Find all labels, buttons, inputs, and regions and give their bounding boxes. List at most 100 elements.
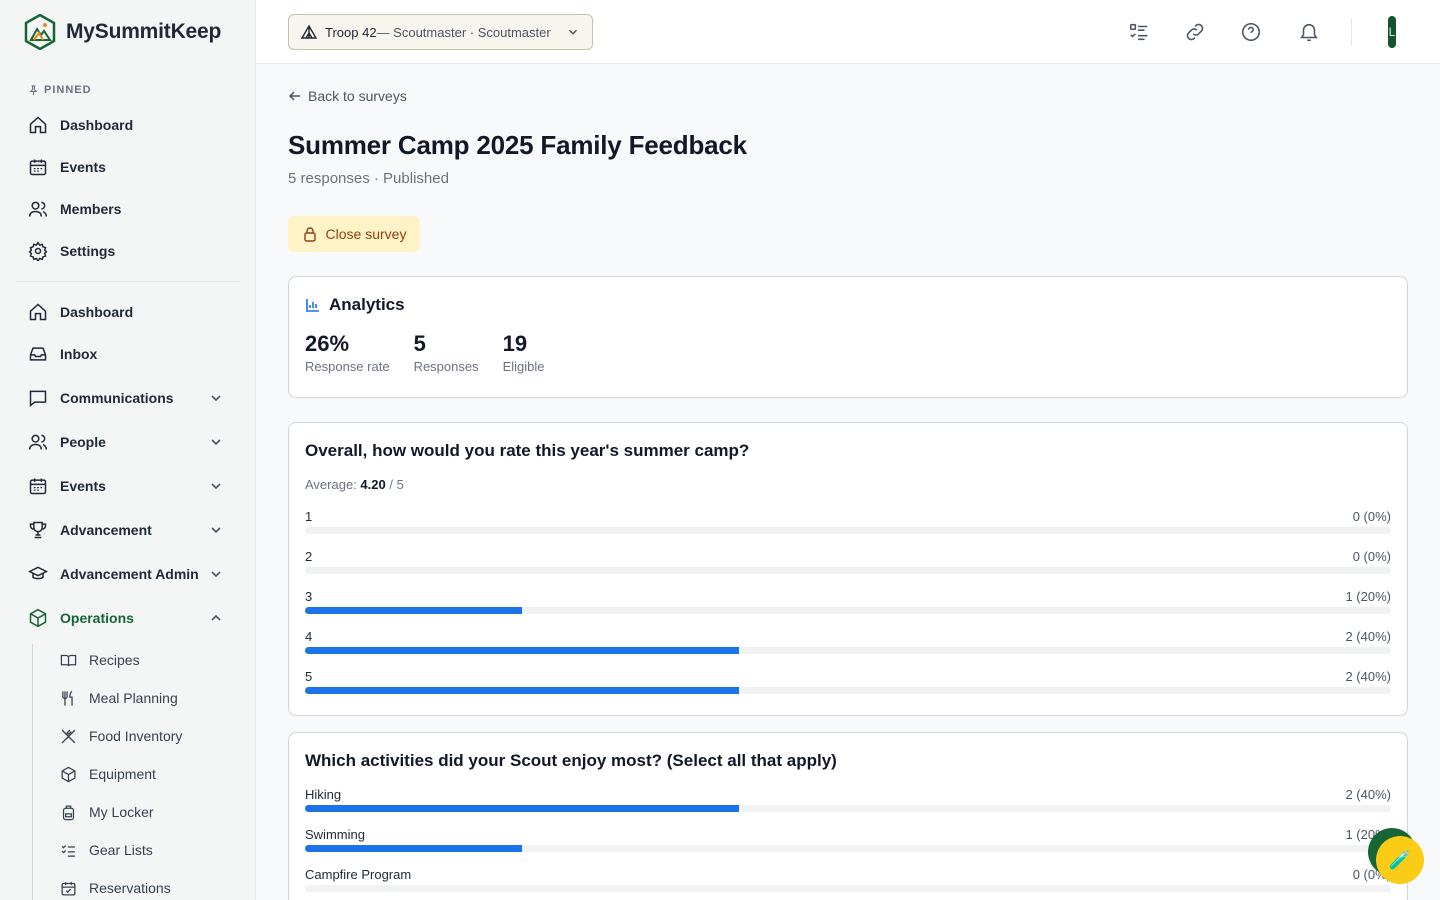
help-button[interactable]	[1239, 20, 1263, 44]
stat-response-rate: 26% Response rate	[305, 331, 390, 374]
pinned-item-members[interactable]: Members	[20, 191, 236, 227]
answer-count: 2 (40%)	[1345, 669, 1391, 684]
nav-label: Settings	[60, 243, 116, 259]
nav-label: Operations	[60, 610, 134, 626]
sidebar-subitem-my-locker[interactable]: My Locker	[56, 797, 236, 827]
nav-label: Communications	[60, 390, 174, 406]
answer-label: 1	[305, 509, 313, 524]
answer-count: 1 (20%)	[1345, 589, 1391, 604]
sidebar-subitem-meal-planning[interactable]: Meal Planning	[56, 683, 236, 713]
answer-count: 2 (40%)	[1345, 629, 1391, 644]
pinned-item-settings[interactable]: Settings	[20, 233, 236, 269]
stat-value: 5	[413, 331, 426, 356]
answer-bar-track	[305, 647, 1391, 654]
answer-bar-track	[305, 885, 1391, 892]
answer-count: 1 (20%)	[1345, 827, 1391, 842]
chevron-down-icon	[211, 571, 221, 578]
sidebar-item-events[interactable]: Events	[20, 468, 236, 504]
question-average: Average: 4.20 / 5	[305, 477, 404, 492]
answer-row: 3 1 (20%)	[305, 589, 1391, 621]
answer-bar-track	[305, 845, 1391, 852]
sidebar-item-advancement-admin[interactable]: Advancement Admin	[20, 556, 236, 592]
analytics-stats: 26% Response rate 5 Responses 19 Eligibl…	[305, 331, 545, 374]
chevron-down-icon	[569, 29, 577, 35]
answer-bar-track	[305, 805, 1391, 812]
lock-icon	[303, 227, 316, 242]
answer-bar-track	[305, 687, 1391, 694]
bar-chart-icon	[306, 299, 319, 312]
answer-label: 3	[305, 589, 313, 604]
answer-count: 0 (0%)	[1352, 549, 1391, 564]
answer-bar-track	[305, 607, 1391, 614]
unit-switcher[interactable]: Troop 42 — Scoutmaster · Scoutmaster	[288, 14, 593, 50]
chevron-down-icon	[211, 395, 221, 402]
chevron-down-icon	[211, 439, 221, 446]
brand[interactable]: MySummitKeep	[24, 14, 221, 50]
stat-label: Response rate	[305, 359, 390, 374]
answer-row: Swimming 1 (20%)	[305, 827, 1391, 859]
answer-count: 2 (40%)	[1345, 787, 1391, 802]
sidebar-item-communications[interactable]: Communications	[20, 380, 236, 416]
nav-label: Reservations	[89, 880, 171, 896]
answer-row: 5 2 (40%)	[305, 669, 1391, 701]
sidebar-item-inbox[interactable]: Inbox	[20, 336, 236, 372]
sidebar-subitem-reservations[interactable]: Reservations	[56, 873, 236, 900]
list-check-icon	[1129, 23, 1148, 41]
backpack-icon	[60, 804, 77, 821]
link-button[interactable]	[1183, 20, 1207, 44]
nav-label: Equipment	[89, 766, 156, 782]
checklist-icon	[60, 842, 77, 859]
assistant-fab-button[interactable]: 🧪	[1376, 836, 1424, 884]
sidebar-item-operations[interactable]: Operations	[20, 600, 236, 636]
close-survey-button[interactable]: Close survey	[288, 216, 420, 252]
notifications-button[interactable]	[1297, 20, 1321, 44]
pin-icon	[29, 84, 38, 95]
nav-label: Members	[60, 201, 122, 217]
page-title: Summer Camp 2025 Family Feedback	[288, 130, 747, 160]
unit-name: Troop 42	[325, 24, 377, 40]
analytics-card: Analytics 26% Response rate 5 Responses …	[288, 276, 1408, 398]
sidebar-subitem-equipment[interactable]: Equipment	[56, 759, 236, 789]
users-icon	[28, 432, 48, 452]
sidebar-subitem-recipes[interactable]: Recipes	[56, 645, 236, 675]
chevron-down-icon	[211, 527, 221, 534]
arrow-left-icon	[288, 91, 300, 101]
subnav-guide-line	[32, 644, 33, 900]
nav-label: Food Inventory	[89, 728, 183, 744]
help-circle-icon	[1241, 22, 1261, 42]
sidebar-item-advancement[interactable]: Advancement	[20, 512, 236, 548]
answer-label: Hiking	[305, 787, 342, 802]
nav-label: Advancement	[60, 522, 152, 538]
sidebar-subitem-gear-lists[interactable]: Gear Lists	[56, 835, 236, 865]
sidebar-divider	[16, 281, 240, 282]
question-title: Overall, how would you rate this year's …	[305, 441, 750, 460]
brand-logo-icon	[24, 14, 56, 50]
nav-label: People	[60, 434, 106, 450]
sidebar-subitem-food-inventory[interactable]: Food Inventory	[56, 721, 236, 751]
nav-label: Events	[60, 478, 106, 494]
sidebar-item-people[interactable]: People	[20, 424, 236, 460]
sidebar-item-dashboard[interactable]: Dashboard	[20, 294, 236, 330]
sidebar: MySummitKeep PINNED Dashboard Events Mem…	[0, 0, 256, 900]
nav-label: Advancement Admin	[60, 566, 199, 582]
stat-value: 26%	[305, 331, 350, 356]
pinned-item-dashboard[interactable]: Dashboard	[20, 107, 236, 143]
stat-eligible: 19 Eligible	[503, 331, 545, 374]
question-card-rating: Overall, how would you rate this year's …	[288, 422, 1408, 716]
nav-label: Meal Planning	[89, 690, 178, 706]
stat-label: Eligible	[502, 359, 545, 374]
back-to-surveys-link[interactable]: Back to surveys	[288, 88, 407, 104]
users-icon	[28, 199, 48, 219]
pinned-section-label: PINNED	[28, 84, 92, 96]
avatar[interactable]: L	[1388, 16, 1396, 48]
book-open-icon	[60, 652, 77, 669]
answer-row: 1 0 (0%)	[305, 509, 1391, 541]
pinned-item-events[interactable]: Events	[20, 149, 236, 185]
gear-icon	[28, 241, 48, 261]
tasks-button[interactable]	[1127, 20, 1151, 44]
analytics-heading: Analytics	[305, 295, 405, 315]
answer-count: 0 (0%)	[1352, 509, 1391, 524]
trophy-icon	[28, 520, 48, 540]
chat-icon	[28, 388, 48, 408]
main-content: Back to surveys Summer Camp 2025 Family …	[256, 64, 1440, 900]
